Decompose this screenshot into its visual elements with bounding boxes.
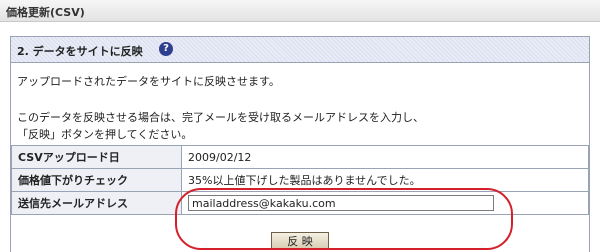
email-cell	[181, 191, 589, 215]
email-label: 送信先メールアドレス	[11, 191, 182, 215]
description-line-2: このデータを反映させる場合は、完了メールを受け取るメールアドレスを入力し、	[17, 111, 424, 124]
upload-date-value: 2009/02/12	[181, 145, 589, 169]
page-title: 価格更新(CSV)	[6, 6, 85, 19]
table-row-email: 送信先メールアドレス	[11, 191, 589, 215]
price-check-value: 35%以上値下げした製品はありませんでした。	[181, 168, 589, 192]
table-row-price-check: 価格値下がりチェック 35%以上値下げした製品はありませんでした。	[11, 168, 589, 192]
reflect-button[interactable]: 反 映	[271, 232, 329, 249]
section-title: 2. データをサイトに反映	[17, 45, 143, 58]
question-circle-icon[interactable]: ?	[159, 42, 173, 56]
page-header: 価格更新(CSV)	[0, 0, 600, 22]
description-line-1: アップロードされたデータをサイトに反映させます。	[17, 75, 280, 88]
description-line-3: 「反映」ボタンを押してください。	[17, 128, 193, 141]
price-check-label: 価格値下がりチェック	[11, 168, 182, 192]
section-header: 2. データをサイトに反映 ?	[11, 37, 589, 63]
table-row-upload-date: CSVアップロード日 2009/02/12	[11, 145, 589, 169]
upload-date-label: CSVアップロード日	[11, 145, 182, 169]
email-field[interactable]	[188, 195, 494, 211]
update-panel: 2. データをサイトに反映 ? アップロードされたデータをサイトに反映させます。…	[10, 36, 590, 252]
info-table: CSVアップロード日 2009/02/12 価格値下がりチェック 35%以上値下…	[11, 145, 589, 215]
